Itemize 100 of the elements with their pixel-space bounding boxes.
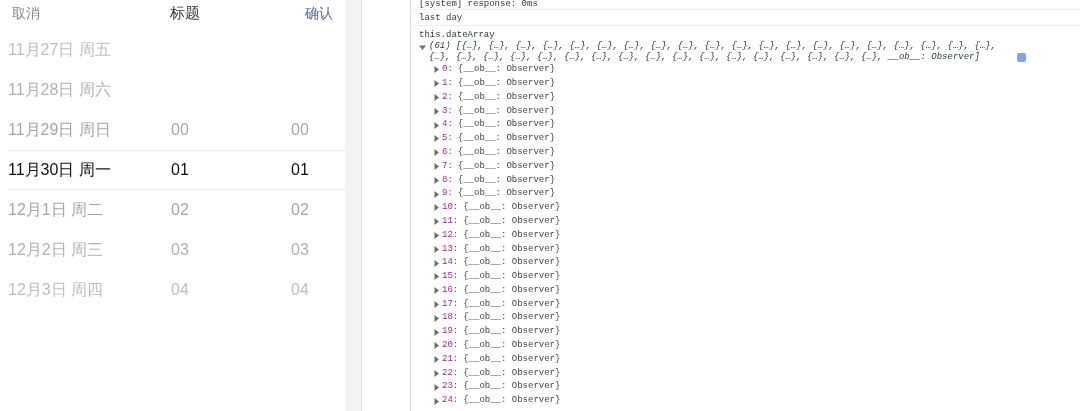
expand-triangle-icon[interactable]	[433, 66, 440, 74]
property-key: 8:	[442, 173, 453, 187]
property-value: {__ob__: Observer}	[463, 228, 561, 242]
hour-option[interactable]: 04	[160, 278, 200, 302]
property-value: {__ob__: Observer}	[463, 352, 561, 366]
property-value: {__ob__: Observer}	[463, 242, 561, 256]
minute-option[interactable]: 04	[280, 278, 320, 302]
property-value: {__ob__: Observer}	[457, 159, 556, 173]
expand-triangle-icon[interactable]	[433, 135, 440, 143]
property-key: 0:	[442, 63, 453, 77]
property-key: 9:	[442, 187, 453, 201]
expand-triangle-icon[interactable]	[433, 149, 440, 157]
expand-triangle-icon[interactable]	[433, 162, 440, 170]
property-value: {__ob__: Observer}	[463, 297, 561, 311]
date-option[interactable]: 11月30日 周一	[8, 158, 150, 182]
property-value: {__ob__: Observer}	[463, 214, 561, 228]
cancel-button[interactable]: 取消	[12, 2, 40, 24]
array-summary: (61) [{…}, {…}, {…}, {…}, {…}, {…}, {…}, {…}, {…}, {…}, {…}, {…}, {…}, {…}, {…}, {…}, {…}, {…}, {…}, {…}, {…}, {…}, {…}, {…}, {…}, {…}, {…}, {…}, {…}, {…}, {…}, {…}, {…}, {…}, {…}, {…}, {…}, __ob__: Observer]	[429, 41, 998, 63]
date-option[interactable]: 11月27日 周五	[8, 38, 150, 62]
property-value: {__ob__: Observer}	[463, 339, 561, 353]
property-key: 15:	[442, 270, 459, 284]
property-key: 13:	[442, 242, 459, 256]
property-key: 12:	[442, 228, 459, 243]
expand-triangle-icon[interactable]	[433, 176, 440, 184]
property-key: 6:	[442, 145, 453, 160]
selected-row[interactable]: 11月30日 周一 01 01	[8, 150, 345, 190]
date-option[interactable]: 12月1日 周二	[8, 198, 150, 222]
property-key: 14:	[442, 256, 459, 270]
minute-option[interactable]: 00	[280, 118, 320, 142]
property-key: 24:	[442, 394, 459, 408]
expand-triangle-icon[interactable]	[433, 383, 440, 391]
property-key: 2:	[442, 90, 453, 105]
expand-triangle-icon[interactable]	[433, 328, 440, 336]
property-value: {__ob__: Observer}	[463, 325, 561, 339]
expand-triangle-icon[interactable]	[433, 121, 440, 129]
expand-triangle-icon[interactable]	[433, 273, 440, 281]
property-key: 18:	[442, 311, 459, 325]
collapse-triangle-icon[interactable]	[419, 44, 426, 51]
property-value: {__ob__: Observer}	[463, 256, 561, 270]
console-message: this.dateArray	[419, 29, 496, 41]
property-value: {__ob__: Observer}	[457, 104, 556, 118]
date-option[interactable]: 12月3日 周四	[8, 278, 150, 302]
expand-triangle-icon[interactable]	[433, 342, 440, 350]
expand-triangle-icon[interactable]	[433, 259, 440, 267]
hour-option[interactable]: 02	[160, 198, 200, 222]
property-value: {__ob__: Observer}	[463, 380, 561, 394]
minute-option[interactable]: 01	[280, 158, 320, 182]
expand-triangle-icon[interactable]	[433, 204, 440, 212]
property-value: {__ob__: Observer}	[457, 63, 556, 77]
property-value: {__ob__: Observer}	[463, 283, 561, 297]
property-key: 10:	[442, 201, 459, 215]
expand-triangle-icon[interactable]	[433, 107, 440, 115]
property-value: {__ob__: Observer}	[463, 311, 561, 325]
expand-triangle-icon[interactable]	[433, 190, 440, 198]
date-option[interactable]: 11月28日 周六	[8, 78, 150, 102]
property-value: {__ob__: Observer}	[457, 173, 556, 187]
property-key: 19:	[442, 325, 459, 339]
picker-title: 标题	[169, 2, 200, 23]
date-option[interactable]: 11月29日 周日	[8, 118, 150, 142]
expand-triangle-icon[interactable]	[433, 369, 440, 377]
property-value: {__ob__: Observer}	[463, 366, 561, 380]
property-value: {__ob__: Observer}	[457, 145, 556, 159]
hour-option[interactable]: 00	[160, 118, 200, 142]
property-key: 11:	[442, 214, 459, 229]
expand-triangle-icon[interactable]	[433, 356, 440, 364]
expand-triangle-icon[interactable]	[433, 287, 440, 295]
expand-triangle-icon[interactable]	[433, 218, 440, 226]
property-key: 20:	[442, 339, 459, 353]
expand-triangle-icon[interactable]	[433, 397, 440, 405]
minute-option[interactable]: 02	[280, 198, 320, 222]
console-message: [system] response: 0ms	[419, 0, 538, 9]
property-value: {__ob__: Observer}	[457, 118, 556, 132]
property-key: 3:	[442, 104, 453, 119]
property-value: {__ob__: Observer}	[457, 187, 556, 201]
expand-triangle-icon[interactable]	[433, 314, 440, 322]
date-option[interactable]: 12月2日 周三	[8, 238, 150, 262]
property-value: {__ob__: Observer}	[457, 132, 556, 146]
property-key: 7:	[442, 159, 453, 174]
property-key: 4:	[442, 118, 453, 132]
minute-option[interactable]: 03	[280, 238, 320, 262]
property-value: {__ob__: Observer}	[463, 270, 561, 284]
expand-triangle-icon[interactable]	[433, 245, 440, 253]
property-value: {__ob__: Observer}	[463, 394, 561, 408]
hour-option[interactable]: 01	[160, 158, 200, 182]
property-key: 16:	[442, 283, 459, 298]
expand-triangle-icon[interactable]	[433, 80, 440, 88]
property-value: {__ob__: Observer}	[457, 90, 556, 104]
expand-triangle-icon[interactable]	[433, 300, 440, 308]
property-key: 5:	[442, 132, 453, 146]
hour-option[interactable]: 03	[160, 238, 200, 262]
expand-triangle-icon[interactable]	[433, 94, 440, 101]
console-message: last day	[419, 13, 463, 23]
confirm-button[interactable]: 确认	[305, 2, 333, 24]
property-key: 23:	[442, 380, 459, 394]
property-key: 21:	[442, 352, 459, 367]
property-key: 22:	[442, 366, 459, 381]
property-value: {__ob__: Observer}	[457, 76, 556, 90]
expand-triangle-icon[interactable]	[433, 231, 440, 239]
property-key: 1:	[442, 76, 453, 91]
property-key: 17:	[442, 297, 459, 312]
